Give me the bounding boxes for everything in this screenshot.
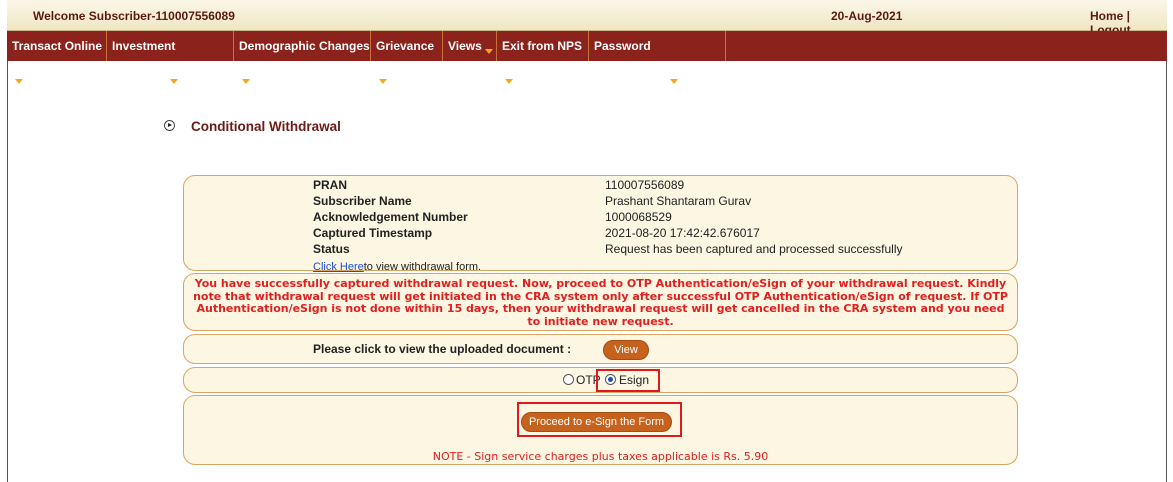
menu-exit-from-nps[interactable]: Exit from NPS [497,31,589,84]
detail-value: Request has been captured and processed … [605,242,903,256]
home-link[interactable]: Home [1090,9,1123,23]
menu-views[interactable]: Views [443,31,497,61]
detail-row-pran: PRAN 110007556089 [313,178,1003,194]
detail-row-captured-timestamp: Captured Timestamp 2021-08-20 17:42:42.6… [313,226,1003,242]
chevron-down-icon [670,79,679,84]
withdrawal-details-panel: PRAN 110007556089 Subscriber Name Prasha… [183,175,1018,273]
view-document-button[interactable]: View [603,340,649,360]
detail-label: Subscriber Name [313,194,412,208]
chevron-down-icon [242,79,250,84]
chevron-down-icon [379,79,387,84]
menu-grievance[interactable]: Grievance [371,31,443,84]
detail-label: PRAN [313,178,348,192]
welcome-text: Welcome Subscriber-110007556089 [33,9,235,23]
page-title-text: Conditional Withdrawal [191,119,341,134]
chevron-down-icon [15,79,23,84]
withdrawal-form-link-line: Click Hereto view withdrawal form. [313,261,481,273]
alert-message-panel: You have successfully captured withdrawa… [183,273,1018,331]
menu-label: Investment Summary [112,39,176,83]
detail-row-acknowledgement-number: Acknowledgement Number 1000068529 [313,210,1003,226]
detail-value: 1000068529 [605,210,672,224]
chevron-down-icon [484,49,493,54]
chevron-down-icon [505,79,513,84]
esign-highlight-frame [596,369,660,392]
circle-arrow-icon [164,120,175,131]
page-title: Conditional Withdrawal [164,119,341,134]
detail-row-status: Status Request has been captured and pro… [313,242,1003,258]
click-here-link[interactable]: Click Here [313,261,364,273]
menu-label: Exit from NPS [502,39,583,53]
alert-message: You have successfully captured withdrawa… [193,277,1008,328]
menu-label: Grievance [376,39,435,53]
current-date: 20-Aug-2021 [831,9,903,23]
link-suffix: to view withdrawal form. [363,261,482,273]
auth-option-panel: OTP Esign [183,367,1018,393]
menu-label: Views [448,39,482,53]
menu-label: Transact Online [12,39,103,53]
menu-label: Password Management [594,39,668,83]
chevron-down-icon [169,79,178,84]
esign-panel: Proceed to e-Sign the Form NOTE - Sign s… [183,395,1018,465]
detail-value: 2021-08-20 17:42:42.676017 [605,226,760,240]
service-charge-note: NOTE - Sign service charges plus taxes a… [432,450,769,463]
header-bar: Welcome Subscriber-110007556089 20-Aug-2… [7,0,1167,37]
proceed-esign-button[interactable]: Proceed to e-Sign the Form [521,412,672,432]
detail-label: Captured Timestamp [313,226,433,240]
document-label: Please click to view the uploaded docume… [313,342,572,356]
menu-label: Demographic Changes [239,39,370,53]
detail-label: Status [313,242,350,256]
menu-investment-summary[interactable]: Investment Summary [107,31,234,84]
detail-value: 110007556089 [605,178,685,192]
detail-label: Acknowledgement Number [313,210,468,224]
document-panel: Please click to view the uploaded docume… [183,334,1018,364]
otp-radio[interactable] [563,374,574,385]
link-separator: | [1123,9,1131,23]
detail-value: Prashant Shantaram Gurav [605,194,752,208]
main-menu: Transact Online Investment Summary Demog… [7,31,1167,84]
menu-transact-online[interactable]: Transact Online [7,31,107,84]
menu-demographic-changes[interactable]: Demographic Changes [234,31,371,84]
menu-password-management[interactable]: Password Management [589,31,726,84]
detail-row-subscriber-name: Subscriber Name Prashant Shantaram Gurav [313,194,1003,210]
